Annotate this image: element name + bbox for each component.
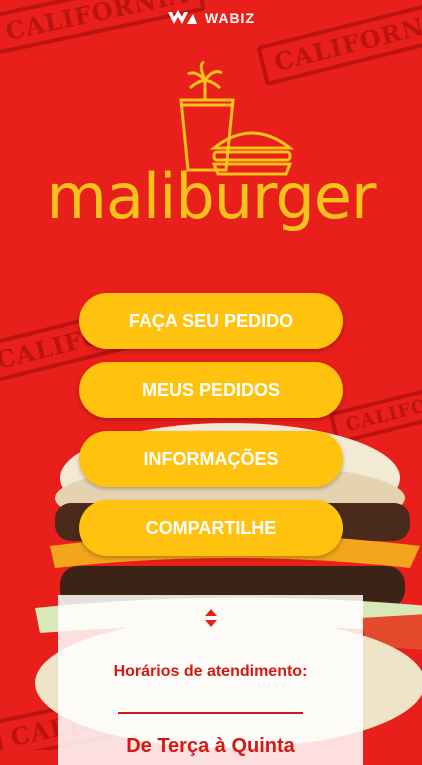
info-button[interactable]: INFORMAÇÕES — [79, 431, 343, 487]
hours-panel: Horários de atendimento: De Terça à Quin… — [58, 595, 363, 765]
divider — [118, 712, 303, 714]
order-button[interactable]: FAÇA SEU PEDIDO — [79, 293, 343, 349]
wabiz-icon — [167, 10, 197, 29]
restaurant-name: maliburger — [46, 160, 377, 233]
up-down-chevron-icon[interactable] — [204, 607, 218, 630]
my-orders-button[interactable]: MEUS PEDIDOS — [79, 362, 343, 418]
wabiz-logo: WABIZ — [0, 10, 422, 29]
hours-title: Horários de atendimento: — [113, 663, 308, 680]
wabiz-wordmark: WABIZ — [204, 10, 255, 27]
hours-days: De Terça à Quinta — [126, 735, 295, 757]
share-button[interactable]: COMPARTILHE — [79, 500, 343, 556]
